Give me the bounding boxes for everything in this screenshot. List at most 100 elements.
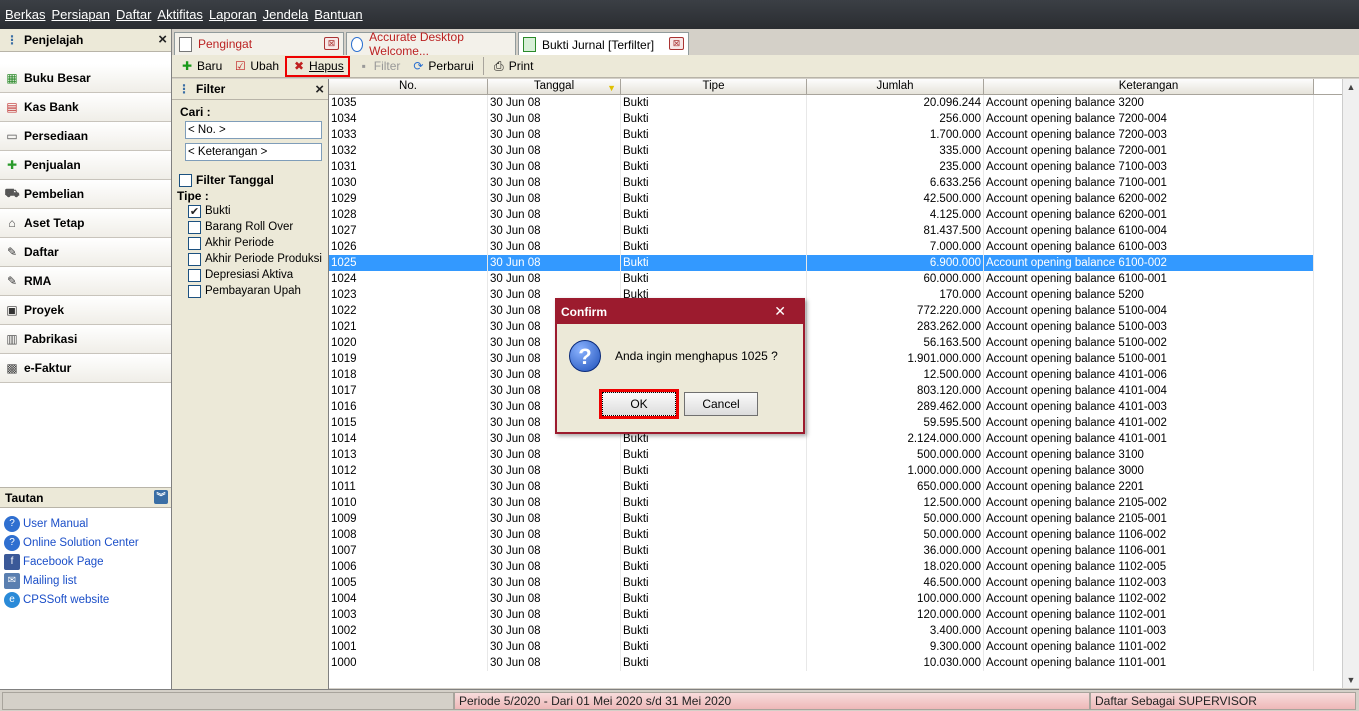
sidebar-item-penjualan[interactable]: ✚ Penjualan bbox=[0, 151, 171, 180]
checkbox[interactable] bbox=[188, 284, 201, 298]
column-header-keterangan[interactable]: Keterangan bbox=[984, 79, 1314, 94]
table-row[interactable]: 1034 30 Jun 08 Bukti 256.000 Account opening… bbox=[329, 111, 1342, 127]
close-icon[interactable]: ⊠ bbox=[669, 37, 684, 50]
table-row[interactable]: 1024 30 Jun 08 Bukti 60.000.000 Account open… bbox=[329, 271, 1342, 287]
table-row[interactable]: 1003 30 Jun 08 Bukti 120.000.000 Account ope… bbox=[329, 607, 1342, 623]
column-header-tanggal[interactable]: Tanggal ▼ bbox=[488, 79, 621, 94]
close-icon[interactable]: ✕ bbox=[774, 303, 786, 320]
sidebar-item-kas-bank[interactable]: ▤ Kas Bank bbox=[0, 93, 171, 122]
tipe-checkbox-depresiasi-aktiva[interactable]: Depresiasi Aktiva bbox=[172, 267, 328, 283]
table-row[interactable]: 1011 30 Jun 08 Bukti 650.000.000 Account ope… bbox=[329, 479, 1342, 495]
tipe-checkbox-pembayaran-upah[interactable]: Pembayaran Upah bbox=[172, 283, 328, 299]
tab-bukti-jurnal[interactable]: Bukti Jurnal [Terfilter] ⊠ bbox=[518, 32, 689, 56]
table-row[interactable]: 1025 30 Jun 08 Bukti 6.900.000 Account openi… bbox=[329, 255, 1342, 271]
perbarui-button[interactable]: ⟳ Perbarui bbox=[406, 56, 477, 77]
dialog-title-bar[interactable]: Confirm ✕ bbox=[557, 300, 803, 324]
table-row[interactable]: 1009 30 Jun 08 Bukti 50.000.000 Account open… bbox=[329, 511, 1342, 527]
table-row[interactable]: 1030 30 Jun 08 Bukti 6.633.256 Account openi… bbox=[329, 175, 1342, 191]
link-mailing-list[interactable]: ✉ Mailing list bbox=[0, 571, 171, 590]
filter-button[interactable]: ▪ Filter bbox=[352, 56, 405, 77]
link-user-manual[interactable]: ? User Manual bbox=[0, 514, 171, 533]
table-row[interactable]: 102030 Jun 08Bukti56.163.500Account open… bbox=[329, 335, 1342, 351]
sidebar-item-persediaan[interactable]: ▭ Persediaan bbox=[0, 122, 171, 151]
table-row[interactable]: 1010 30 Jun 08 Bukti 12.500.000 Account open… bbox=[329, 495, 1342, 511]
table-row[interactable]: 1008 30 Jun 08 Bukti 50.000.000 Account open… bbox=[329, 527, 1342, 543]
keterangan-search-input[interactable]: < Keterangan > bbox=[185, 143, 322, 161]
table-row[interactable]: 1014 30 Jun 08 Bukti 2.124.000.000 Account o… bbox=[329, 431, 1342, 447]
tautan-header[interactable]: Tautan ︾ bbox=[0, 487, 171, 508]
table-row[interactable]: 1032 30 Jun 08 Bukti 335.000 Account opening… bbox=[329, 143, 1342, 159]
table-row[interactable]: 1023 30 Jun 08 Bukti 170.000 Account opening… bbox=[329, 287, 1342, 303]
table-row[interactable]: 102230 Jun 08Bukti772.220.000Account ope… bbox=[329, 303, 1342, 319]
column-header-tipe[interactable]: Tipe bbox=[621, 79, 807, 94]
table-row[interactable]: 1035 30 Jun 08 Bukti 20.096.244 Account open… bbox=[329, 95, 1342, 111]
checkbox[interactable] bbox=[188, 268, 201, 282]
menu-laporan[interactable]: Laporan bbox=[208, 7, 262, 22]
column-header-no[interactable]: No. bbox=[329, 79, 488, 94]
hapus-button[interactable]: ✖ Hapus bbox=[285, 55, 350, 77]
scroll-down-icon[interactable]: ▼ bbox=[1343, 672, 1359, 688]
checkbox[interactable] bbox=[188, 220, 201, 234]
checkbox[interactable] bbox=[188, 236, 201, 250]
table-row[interactable]: 1013 30 Jun 08 Bukti 500.000.000 Account ope… bbox=[329, 447, 1342, 463]
menu-berkas[interactable]: Berkas bbox=[4, 7, 50, 22]
sidebar-item-rma[interactable]: ✎ RMA bbox=[0, 267, 171, 296]
table-row[interactable]: 1001 30 Jun 08 Bukti 9.300.000 Account openi… bbox=[329, 639, 1342, 655]
table-row[interactable]: 1027 30 Jun 08 Bukti 81.437.500 Account open… bbox=[329, 223, 1342, 239]
table-row[interactable]: 101830 Jun 08Bukti12.500.000Account open… bbox=[329, 367, 1342, 383]
tipe-checkbox-akhir-periode[interactable]: Akhir Periode bbox=[172, 235, 328, 251]
cancel-button[interactable]: Cancel bbox=[684, 392, 758, 416]
tipe-checkbox-akhir-periode-produksi[interactable]: Akhir Periode Produksi bbox=[172, 251, 328, 267]
sidebar-item-e-faktur[interactable]: ▩ e-Faktur bbox=[0, 354, 171, 383]
sidebar-item-buku-besar[interactable]: ▦ Buku Besar bbox=[0, 64, 171, 93]
link-online-solution-center[interactable]: ? Online Solution Center bbox=[0, 533, 171, 552]
column-header-jumlah[interactable]: Jumlah bbox=[807, 79, 984, 94]
table-row[interactable]: 1028 30 Jun 08 Bukti 4.125.000 Account openi… bbox=[329, 207, 1342, 223]
sidebar-item-pembelian[interactable]: ⛟ Pembelian bbox=[0, 180, 171, 209]
table-row[interactable]: 101530 Jun 08Bukti59.595.500Account open… bbox=[329, 415, 1342, 431]
tab-pengingat[interactable]: Pengingat ⊠ bbox=[174, 32, 344, 55]
tipe-checkbox-barang-roll-over[interactable]: Barang Roll Over bbox=[172, 219, 328, 235]
table-row[interactable]: 102130 Jun 08Bukti283.262.000Account ope… bbox=[329, 319, 1342, 335]
ok-button[interactable]: OK bbox=[599, 389, 679, 419]
table-row[interactable]: 1031 30 Jun 08 Bukti 235.000 Account opening… bbox=[329, 159, 1342, 175]
table-row[interactable]: 1029 30 Jun 08 Bukti 42.500.000 Account open… bbox=[329, 191, 1342, 207]
tipe-checkbox-bukti[interactable]: ✔ Bukti bbox=[172, 203, 328, 219]
table-row[interactable]: 1007 30 Jun 08 Bukti 36.000.000 Account open… bbox=[329, 543, 1342, 559]
table-row[interactable]: 1002 30 Jun 08 Bukti 3.400.000 Account openi… bbox=[329, 623, 1342, 639]
no-search-input[interactable]: < No. > bbox=[185, 121, 322, 139]
close-explorer-icon[interactable]: × bbox=[158, 31, 167, 48]
table-row[interactable]: 101730 Jun 08Bukti803.120.000Account ope… bbox=[329, 383, 1342, 399]
checkbox[interactable] bbox=[179, 173, 192, 187]
link-cpssoft-website[interactable]: e CPSSoft website bbox=[0, 590, 171, 609]
table-row[interactable]: 1005 30 Jun 08 Bukti 46.500.000 Account open… bbox=[329, 575, 1342, 591]
menu-bantuan[interactable]: Bantuan bbox=[313, 7, 367, 22]
table-row[interactable]: 1033 30 Jun 08 Bukti 1.700.000 Account openi… bbox=[329, 127, 1342, 143]
sidebar-item-aset-tetap[interactable]: ⌂ Aset Tetap bbox=[0, 209, 171, 238]
table-row[interactable]: 1000 30 Jun 08 Bukti 10.030.000 Account open… bbox=[329, 655, 1342, 671]
sidebar-item-daftar[interactable]: ✎ Daftar bbox=[0, 238, 171, 267]
sidebar-item-proyek[interactable]: ▣ Proyek bbox=[0, 296, 171, 325]
close-icon[interactable]: ⊠ bbox=[324, 37, 339, 50]
table-row[interactable]: 1026 30 Jun 08 Bukti 7.000.000 Account openi… bbox=[329, 239, 1342, 255]
table-row[interactable]: 101930 Jun 08Bukti1.901.000.000Account o… bbox=[329, 351, 1342, 367]
sidebar-item-pabrikasi[interactable]: ▥ Pabrikasi bbox=[0, 325, 171, 354]
menu-daftar[interactable]: Daftar bbox=[115, 7, 156, 22]
checkbox[interactable] bbox=[188, 252, 201, 266]
baru-button[interactable]: ✚ Baru bbox=[175, 56, 226, 77]
menu-persiapan[interactable]: Persiapan bbox=[50, 7, 115, 22]
print-button[interactable]: ⎙ Print bbox=[487, 56, 538, 77]
table-row[interactable]: 1006 30 Jun 08 Bukti 18.020.000 Account open… bbox=[329, 559, 1342, 575]
link-facebook-page[interactable]: f Facebook Page bbox=[0, 552, 171, 571]
menu-jendela[interactable]: Jendela bbox=[262, 7, 314, 22]
filter-tanggal-checkbox[interactable]: Filter Tanggal bbox=[172, 171, 328, 189]
chevron-down-icon[interactable]: ︾ bbox=[154, 490, 168, 504]
vertical-scrollbar[interactable]: ▲ ▼ bbox=[1342, 79, 1359, 688]
scroll-up-icon[interactable]: ▲ bbox=[1343, 79, 1359, 95]
checkmark-icon[interactable]: ✔ bbox=[188, 204, 201, 218]
close-filter-icon[interactable]: × bbox=[315, 81, 324, 98]
table-row[interactable]: 1012 30 Jun 08 Bukti 1.000.000.000 Account o… bbox=[329, 463, 1342, 479]
table-row[interactable]: 1004 30 Jun 08 Bukti 100.000.000 Account ope… bbox=[329, 591, 1342, 607]
ubah-button[interactable]: ☑ Ubah bbox=[228, 56, 283, 77]
table-row[interactable]: 101630 Jun 08Bukti289.462.000Account ope… bbox=[329, 399, 1342, 415]
